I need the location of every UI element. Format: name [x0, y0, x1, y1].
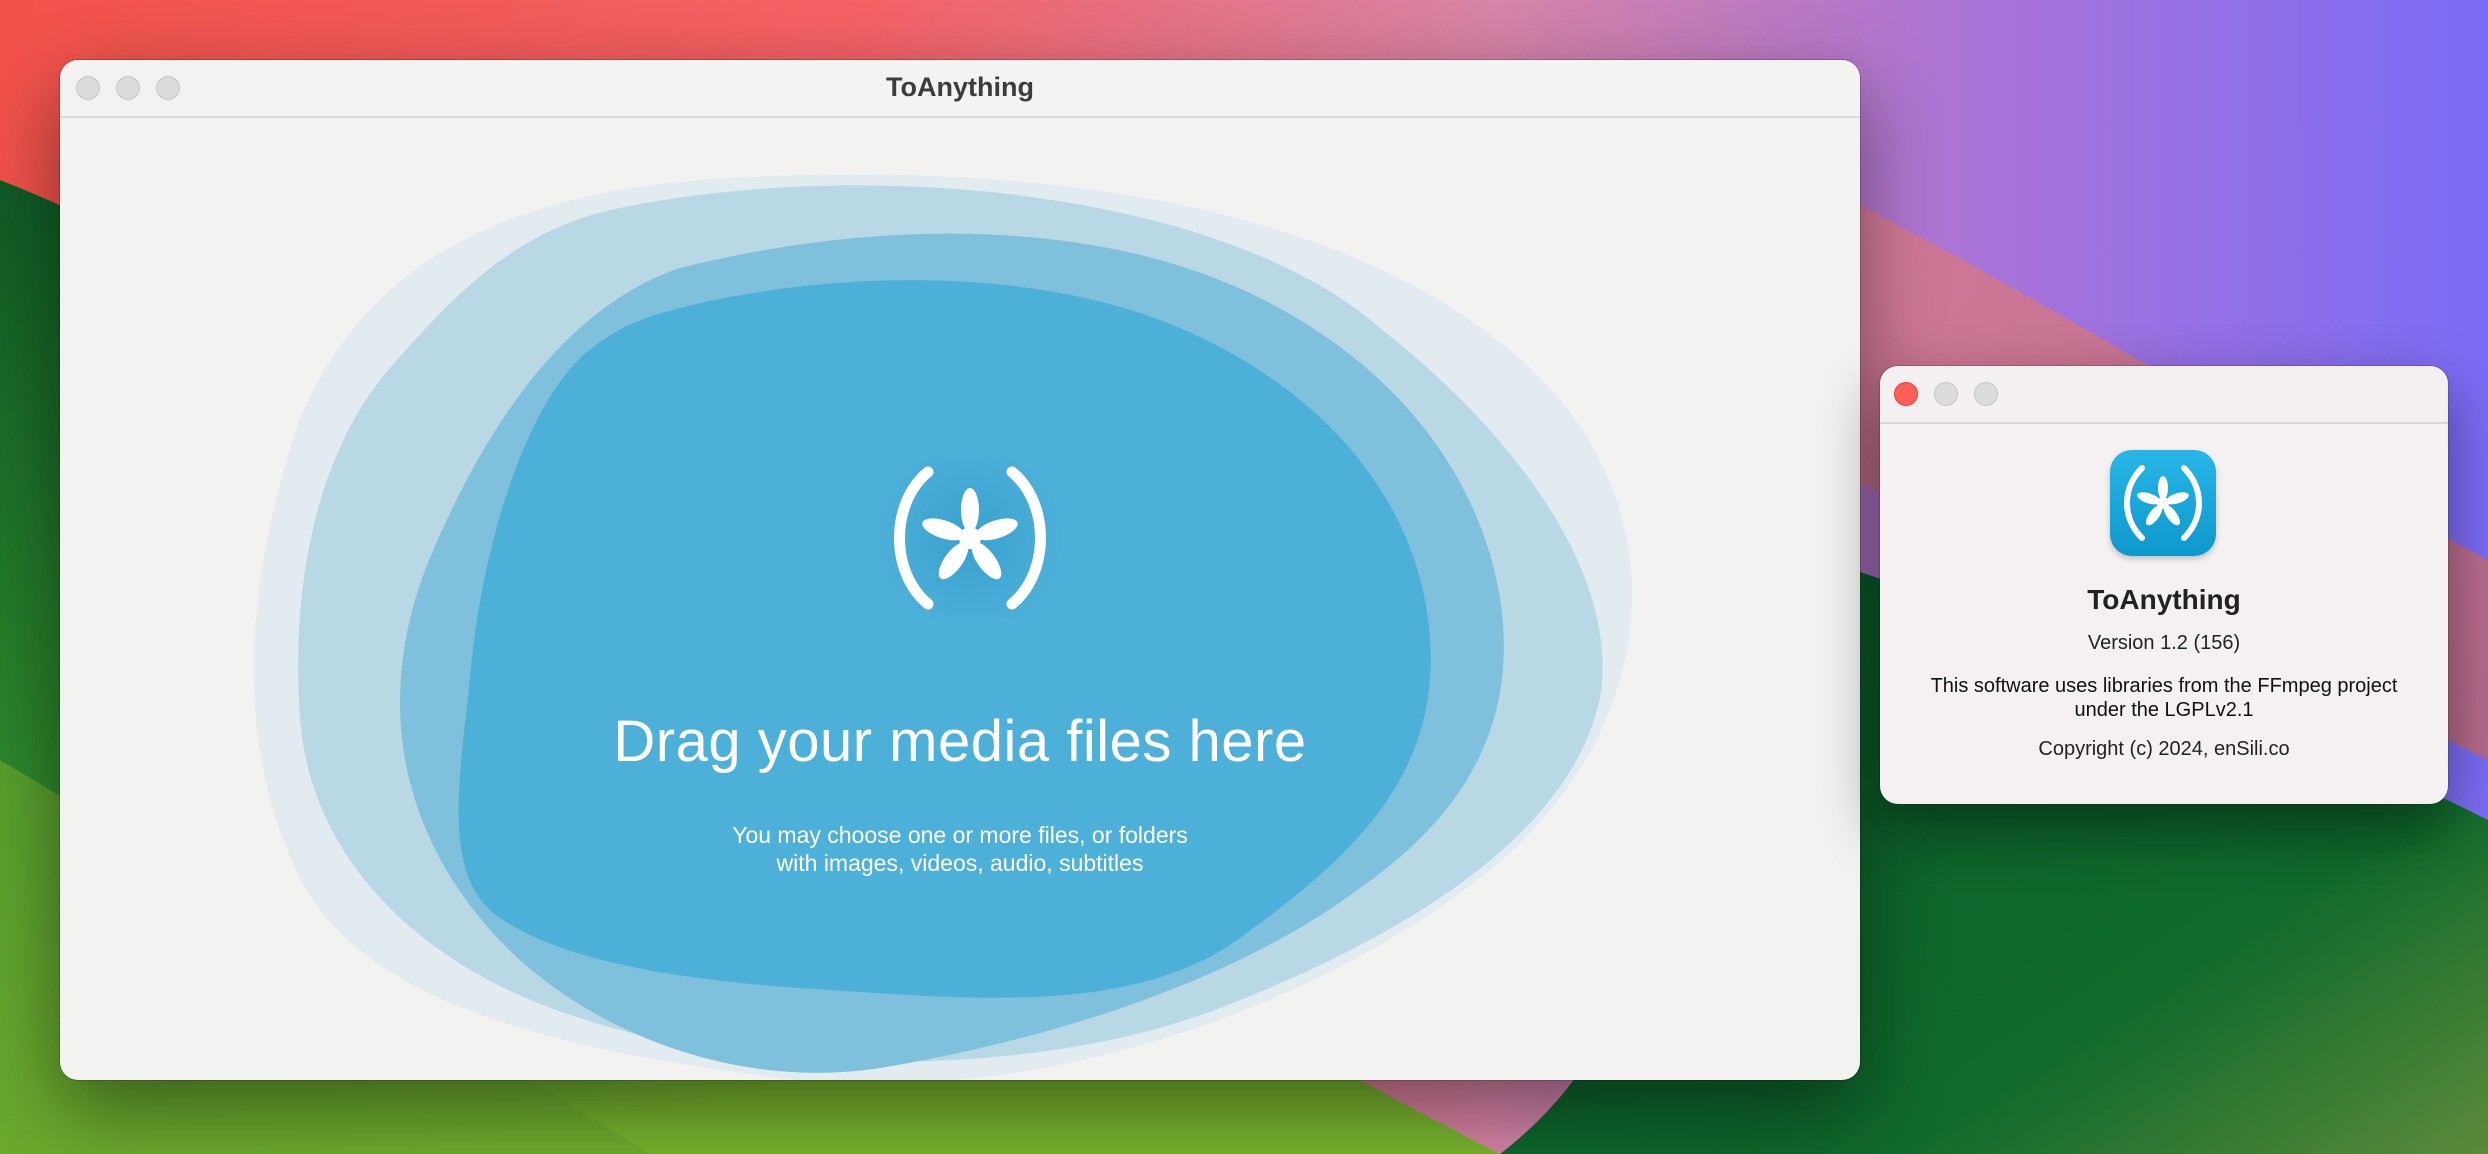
about-titlebar[interactable] — [1880, 366, 2448, 424]
app-icon — [2110, 450, 2216, 556]
drop-zone-subtitle-line2: with images, videos, audio, subtitles — [776, 850, 1144, 876]
about-zoom-button[interactable] — [1974, 382, 1998, 406]
about-close-button[interactable] — [1894, 382, 1918, 406]
main-titlebar[interactable]: ToAnything — [60, 60, 1860, 118]
about-version: Version 1.2 (156) — [2087, 632, 2241, 654]
asterisk-in-parentheses-icon — [875, 458, 1065, 618]
about-copyright: Copyright (c) 2024, enSili.co — [2038, 738, 2290, 760]
asterisk-in-parentheses-icon — [2124, 465, 2202, 541]
about-minimize-button[interactable] — [1934, 382, 1958, 406]
desktop: ToAnything Drag your media files here Yo… — [0, 0, 2488, 1154]
drop-zone-subtitle-line1: You may choose one or more files, or fol… — [732, 822, 1188, 848]
about-license: This software uses libraries from the FF… — [1880, 674, 2448, 722]
about-app-name: ToAnything — [2087, 584, 2241, 615]
drop-zone[interactable]: Drag your media files here You may choos… — [60, 118, 1860, 1080]
about-license-line1: This software uses libraries from the FF… — [1930, 675, 2398, 697]
window-title: ToAnything — [886, 72, 1034, 102]
drop-zone-title: Drag your media files here — [613, 709, 1307, 774]
about-license-line2: under the LGPLv2.1 — [2074, 699, 2254, 721]
about-window: ToAnything Version 1.2 (156) This softwa… — [1880, 366, 2448, 804]
main-window: ToAnything Drag your media files here Yo… — [60, 60, 1860, 1080]
